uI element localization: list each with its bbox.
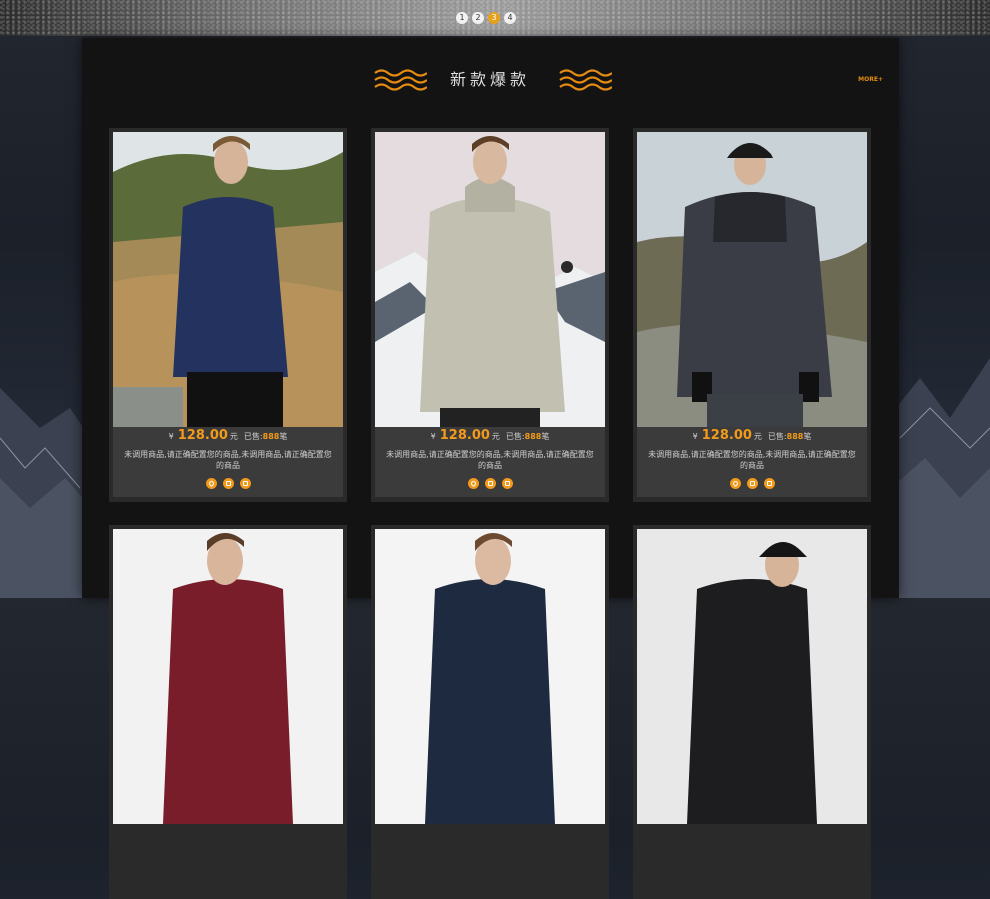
- product-price: 128.00: [439, 428, 490, 443]
- sold-unit: 笔: [279, 432, 288, 441]
- sold-unit: 笔: [803, 432, 812, 441]
- product-actions: [375, 478, 605, 497]
- slider-dot-1[interactable]: 1: [456, 12, 468, 24]
- detail-icon[interactable]: [239, 478, 251, 489]
- slider-dot-2[interactable]: 2: [472, 12, 484, 24]
- price-unit: 元: [491, 432, 500, 441]
- product-card[interactable]: [633, 525, 871, 899]
- section-header: 新款爆款 MORE+: [82, 38, 899, 126]
- favorite-icon[interactable]: [467, 478, 479, 489]
- favorite-icon[interactable]: [205, 478, 217, 489]
- product-info: ¥128.00 元已售:888笔 未调用商品,请正确配置您的商品,未调用商品,请正…: [113, 427, 343, 497]
- wave-decoration-icon: [559, 69, 612, 91]
- price-line: ¥128.00 元已售:888笔: [637, 427, 867, 445]
- slider-dot-3[interactable]: 3: [488, 12, 500, 24]
- slider-dot-4[interactable]: 4: [504, 12, 516, 24]
- sold-unit: 笔: [541, 432, 550, 441]
- product-description: 未调用商品,请正确配置您的商品,未调用商品,请正确配置您的商品: [124, 450, 332, 470]
- product-description: 未调用商品,请正确配置您的商品,未调用商品,请正确配置您的商品: [648, 450, 856, 470]
- currency-symbol: ¥: [430, 432, 436, 441]
- detail-icon[interactable]: [501, 478, 513, 489]
- product-price: 128.00: [701, 428, 752, 443]
- product-info: ¥128.00 元已售:888笔 未调用商品,请正确配置您的商品,未调用商品,请正…: [375, 427, 605, 497]
- cart-icon[interactable]: [746, 478, 758, 489]
- product-card[interactable]: [109, 525, 347, 899]
- cart-icon[interactable]: [222, 478, 234, 489]
- sold-label: 已售:: [505, 432, 525, 441]
- price-line: ¥128.00 元已售:888笔: [113, 427, 343, 445]
- favorite-icon[interactable]: [729, 478, 741, 489]
- sold-count: 888: [262, 432, 280, 441]
- sold-count: 888: [786, 432, 804, 441]
- product-image[interactable]: [113, 132, 343, 427]
- sold-count: 888: [524, 432, 542, 441]
- price-unit: 元: [753, 432, 762, 441]
- sold-label: 已售:: [243, 432, 263, 441]
- product-actions: [113, 478, 343, 497]
- price-unit: 元: [229, 432, 238, 441]
- product-image[interactable]: [637, 132, 867, 427]
- currency-symbol: ¥: [168, 432, 174, 441]
- product-description: 未调用商品,请正确配置您的商品,未调用商品,请正确配置您的商品: [386, 450, 594, 470]
- cart-icon[interactable]: [484, 478, 496, 489]
- currency-symbol: ¥: [692, 432, 698, 441]
- top-banner: 1 2 3 4: [0, 0, 990, 36]
- more-link[interactable]: MORE+: [858, 76, 883, 84]
- product-image[interactable]: [375, 529, 605, 824]
- slider-dots: 1 2 3 4: [456, 12, 516, 24]
- product-image[interactable]: [637, 529, 867, 824]
- section-title: 新款爆款: [449, 70, 530, 89]
- product-card[interactable]: ¥128.00 元已售:888笔 未调用商品,请正确配置您的商品,未调用商品,请正…: [633, 128, 871, 502]
- product-info: ¥128.00 元已售:888笔 未调用商品,请正确配置您的商品,未调用商品,请正…: [637, 427, 867, 497]
- product-price: 128.00: [177, 428, 228, 443]
- wave-decoration-icon: [374, 69, 427, 91]
- product-actions: [637, 478, 867, 497]
- product-card[interactable]: [371, 525, 609, 899]
- product-section: 新款爆款 MORE+ ¥128.00 元已售:888笔 未调用商品,请正确配置您的…: [82, 38, 899, 899]
- detail-icon[interactable]: [763, 478, 775, 489]
- price-line: ¥128.00 元已售:888笔: [375, 427, 605, 445]
- product-card[interactable]: ¥128.00 元已售:888笔 未调用商品,请正确配置您的商品,未调用商品,请正…: [109, 128, 347, 502]
- product-card[interactable]: ¥128.00 元已售:888笔 未调用商品,请正确配置您的商品,未调用商品,请正…: [371, 128, 609, 502]
- product-image[interactable]: [375, 132, 605, 427]
- product-image[interactable]: [113, 529, 343, 824]
- sold-label: 已售:: [767, 432, 787, 441]
